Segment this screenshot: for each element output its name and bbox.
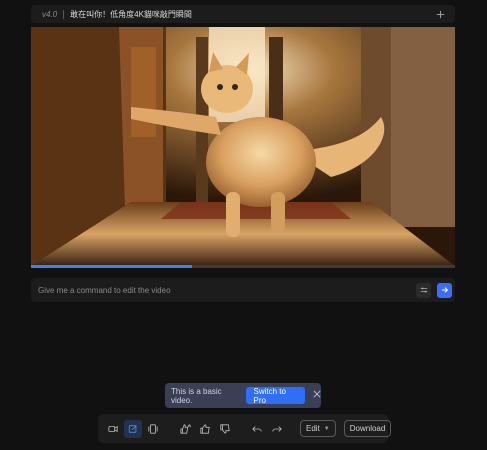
undo-button[interactable]: [248, 420, 266, 438]
video-frame: [31, 27, 455, 266]
switch-to-pro-button[interactable]: Switch to Pro: [245, 387, 305, 405]
download-label: Download: [349, 424, 386, 433]
download-button[interactable]: Download: [343, 420, 392, 437]
arrow-right-icon: [441, 287, 448, 293]
film-mode-button[interactable]: [144, 420, 162, 438]
add-button[interactable]: [431, 5, 449, 23]
thumbs-up-icon: [200, 423, 210, 434]
camera-icon: [108, 425, 118, 432]
video-title: 敢在叫你！低角度4K貓咪敲門瞬間: [70, 9, 192, 19]
thumbs-down-icon: [220, 423, 230, 434]
chevron-down-icon: ▼: [323, 425, 330, 432]
redo-icon: [272, 425, 282, 432]
send-button[interactable]: [437, 282, 452, 298]
toast-message: This is a basic video.: [171, 386, 222, 405]
edit-dropdown-label: Edit: [306, 424, 320, 433]
bottom-toolbar: Edit ▼ Download: [98, 414, 392, 443]
edit-icon: [128, 424, 137, 433]
sliders-icon: [420, 287, 427, 293]
title-separator: [63, 9, 65, 19]
video-player[interactable]: [31, 27, 455, 266]
redo-button[interactable]: [268, 420, 286, 438]
command-input[interactable]: [31, 279, 416, 301]
film-icon: [148, 423, 158, 434]
plus-icon: [436, 10, 444, 18]
camera-mode-button[interactable]: [104, 420, 122, 438]
edit-dropdown[interactable]: Edit ▼: [300, 420, 336, 437]
super-like-button[interactable]: [176, 420, 194, 438]
edit-mode-button[interactable]: [124, 419, 142, 438]
dislike-button[interactable]: [216, 420, 234, 438]
app-root: v4.0 敢在叫你！低角度4K貓咪敲門瞬間 Give me a command …: [0, 0, 487, 450]
toast-close-button[interactable]: [313, 390, 321, 401]
video-progress-bar[interactable]: [31, 265, 455, 268]
upgrade-toast: This is a basic video. Switch to Pro: [165, 383, 321, 408]
version-label: v4.0: [42, 9, 58, 19]
title-bar: v4.0 敢在叫你！低角度4K貓咪敲門瞬間: [31, 5, 455, 23]
view-mode-group: [104, 419, 164, 438]
command-bar: [31, 278, 455, 302]
history-group: [248, 420, 288, 438]
double-thumbs-up-icon: [180, 423, 191, 434]
settings-button[interactable]: [416, 282, 431, 298]
undo-icon: [252, 425, 262, 432]
close-icon: [313, 390, 321, 398]
video-progress-fill: [31, 265, 193, 268]
like-button[interactable]: [196, 420, 214, 438]
feedback-group: [176, 420, 236, 438]
